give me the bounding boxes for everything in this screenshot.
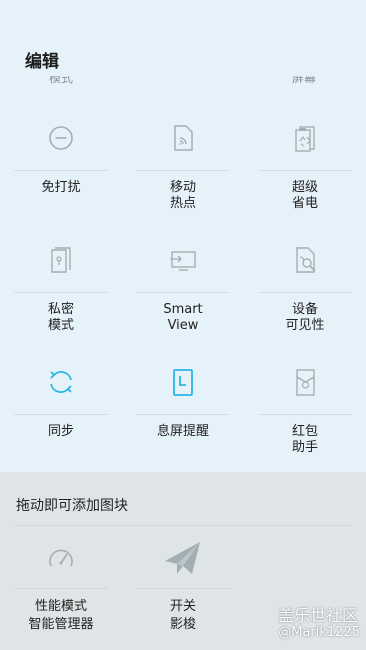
tile-always-on-display[interactable]: 息屏提醒 [136, 362, 230, 458]
paper-plane-icon [165, 542, 200, 574]
tile-device-visibility[interactable]: 设备 可见性 [258, 240, 352, 336]
page-title: 编辑 [25, 52, 59, 72]
tile-divider [136, 414, 230, 415]
watermark-user: @Marik1225 [278, 625, 360, 640]
tile-sublabel: 影梭 [169, 617, 196, 632]
tile-label: 超级 省电 [291, 180, 318, 211]
drag-hint: 拖动即可添加图块 [16, 498, 128, 514]
tile-label: 私密 模式 [47, 302, 74, 333]
drag-divider [14, 525, 352, 526]
tile-label: 免打扰 [41, 180, 81, 195]
do-not-disturb-icon [49, 126, 73, 150]
mobile-hotspot-icon [174, 125, 193, 151]
tile-divider [258, 414, 352, 415]
tile-divider [14, 414, 108, 415]
device-visibility-icon [296, 247, 316, 273]
tile-divider [14, 292, 108, 293]
tile-label: Smart View [163, 302, 203, 333]
tile-ultra-power-saving[interactable]: 超级 省电 [258, 118, 352, 214]
tile-shadowsocks-switch[interactable]: 开关 影梭 [136, 540, 230, 640]
tile-sublabel: 智能管理器 [28, 617, 94, 632]
speedometer-icon [49, 549, 73, 567]
tile-performance-mode[interactable]: 性能模式 智能管理器 [14, 540, 108, 640]
tile-private-mode[interactable]: 私密 模式 [14, 240, 108, 336]
tile-red-envelope[interactable]: 红包 助手 [258, 362, 352, 458]
tile-divider [258, 170, 352, 171]
smart-view-icon [170, 251, 196, 271]
tile-divider [136, 588, 230, 589]
tile-label: 移动 热点 [169, 180, 196, 211]
tile-label: 同步 [47, 424, 74, 439]
tile-divider [14, 588, 108, 589]
tile-label: 性能模式 [34, 599, 87, 614]
tile-divider [14, 170, 108, 171]
watermark-community: 盖乐世社区 [277, 606, 358, 625]
sync-icon [50, 371, 72, 393]
tile-divider [258, 292, 352, 293]
tile-label: 设备 可见性 [285, 302, 325, 333]
always-on-display-icon [173, 369, 193, 396]
tile-divider [136, 170, 230, 171]
private-mode-icon [51, 247, 71, 273]
tile-label: 息屏提醒 [156, 424, 209, 439]
tile-mobile-hotspot[interactable]: 移动 热点 [136, 118, 230, 214]
partial-tile-label: 模式 [49, 76, 74, 85]
tile-divider [136, 292, 230, 293]
tile-label: 开关 [169, 599, 196, 614]
tile-label: 红包 助手 [291, 424, 318, 455]
red-envelope-icon [296, 369, 315, 396]
ultra-power-saving-icon [295, 126, 315, 152]
tile-smart-view[interactable]: Smart View [136, 240, 230, 336]
tile-do-not-disturb[interactable]: 免打扰 [14, 118, 108, 214]
partial-tile-label: 屏幕 [292, 76, 317, 85]
tile-sync[interactable]: 同步 [14, 362, 108, 458]
